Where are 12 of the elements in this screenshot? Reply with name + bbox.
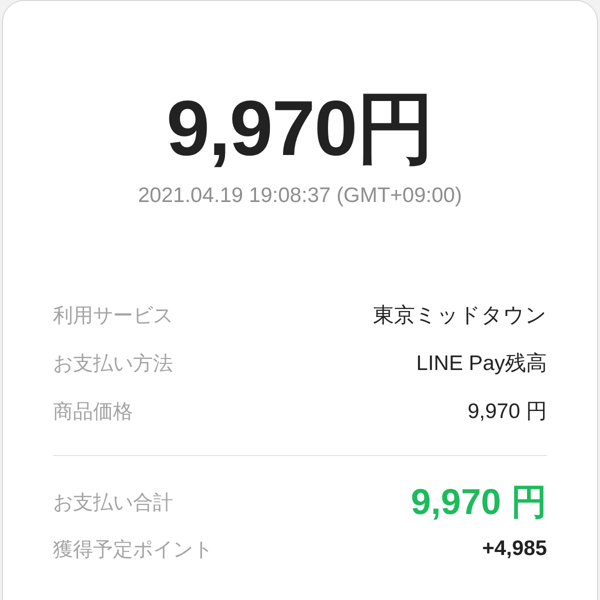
detail-value: 9,970 円 bbox=[468, 399, 547, 425]
detail-label: お支払い方法 bbox=[53, 350, 173, 376]
payment-amount: 9,970円 bbox=[165, 87, 435, 169]
detail-value: LINE Pay残高 bbox=[416, 351, 547, 377]
points-value: +4,985 bbox=[482, 537, 547, 561]
summary-label: お支払い合計 bbox=[53, 488, 173, 516]
summary-label: 獲得予定ポイント bbox=[53, 536, 213, 562]
detail-label: 利用サービス bbox=[53, 302, 173, 328]
detail-value: 東京ミッドタウン bbox=[373, 303, 547, 329]
total-amount: 9,970 円 bbox=[410, 480, 547, 524]
detail-label: 商品価格 bbox=[53, 398, 133, 424]
transaction-datetime: 2021.04.19 19:08:37 (GMT+09:00) bbox=[137, 183, 463, 209]
